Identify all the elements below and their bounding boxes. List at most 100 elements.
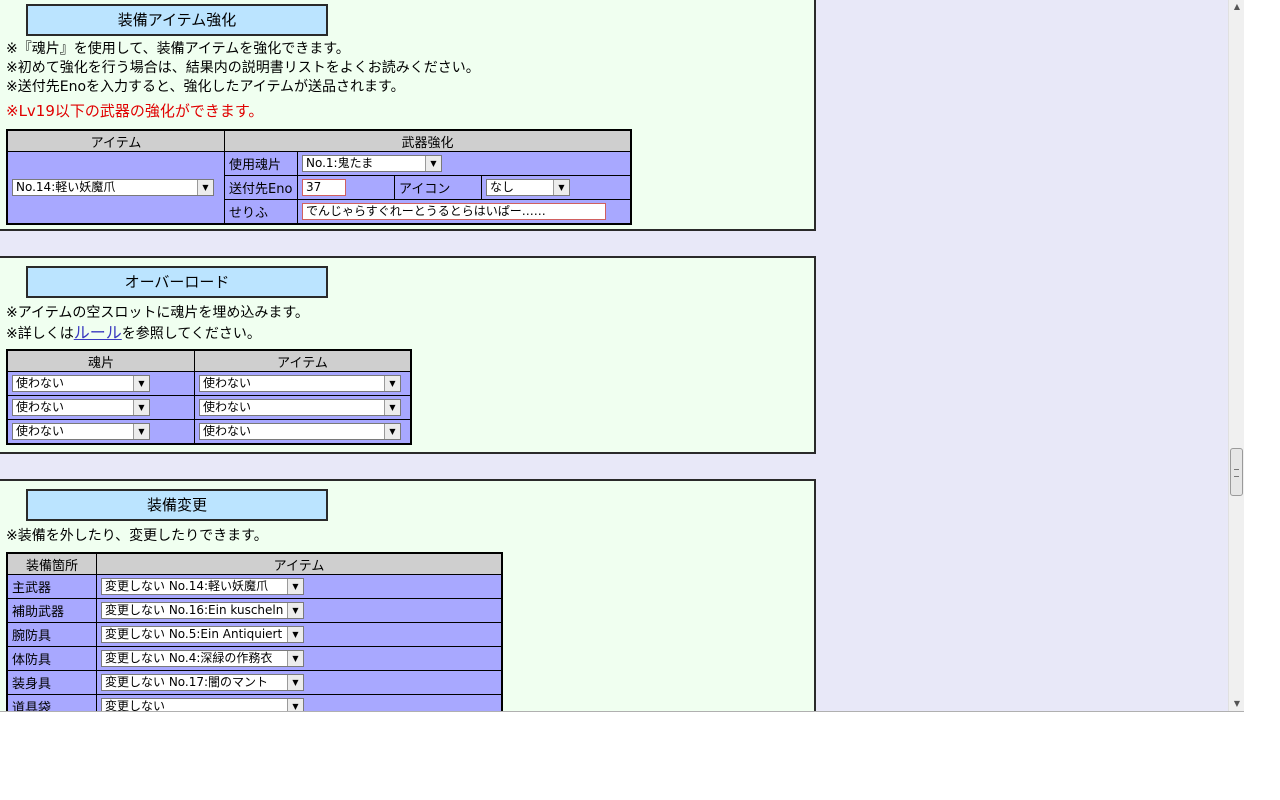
slot-label: 補助武器: [6, 598, 97, 623]
overload-table: 魂片 アイテム 使わない ▼ 使わない ▼ 使わない ▼ 使わない ▼ 使わない…: [6, 349, 412, 445]
table-row: 体防具 変更しない No.4:深緑の作務衣 ▼: [6, 646, 503, 671]
slot-label: 腕防具: [6, 622, 97, 647]
table-row: 腕防具 変更しない No.5:Ein Antiquiert ▼: [6, 622, 503, 647]
soul-cell: 使わない ▼: [6, 419, 195, 445]
equip-table: 装備箇所 アイテム 主武器 変更しない No.14:軽い妖魔爪 ▼ 補助武器 変…: [6, 552, 503, 711]
item-cell: 変更しない No.4:深緑の作務衣 ▼: [96, 646, 503, 671]
enhance-section: 装備アイテム強化 ※『魂片』を使用して、装備アイテムを強化できます。 ※初めて強…: [0, 0, 816, 231]
item-cell: 変更しない No.17:闇のマント ▼: [96, 670, 503, 695]
item-cell: 変更しない No.16:Ein kuscheln ▼: [96, 598, 503, 623]
overload-note-1: ※アイテムの空スロットに魂片を埋め込みます。: [6, 305, 309, 321]
slot-label: 道具袋: [6, 694, 97, 711]
icon-select[interactable]: なし ▼: [486, 179, 570, 196]
item-cell: 変更しない No.5:Ein Antiquiert ▼: [96, 622, 503, 647]
chevron-down-icon[interactable]: ▼: [425, 156, 441, 171]
enhance-section-title: 装備アイテム強化: [26, 4, 328, 36]
chevron-down-icon[interactable]: ▼: [287, 651, 303, 666]
overload-note-2-pre: ※詳しくは: [6, 326, 74, 342]
item-select[interactable]: 使わない ▼: [199, 399, 401, 416]
enhance-warning: ※Lv19以下の武器の強化ができます。: [6, 102, 264, 120]
equip-select[interactable]: 変更しない No.14:軽い妖魔爪 ▼: [101, 578, 304, 595]
header-item: アイテム: [6, 129, 225, 152]
equip-select[interactable]: 変更しない No.5:Ein Antiquiert ▼: [101, 626, 304, 643]
item-select[interactable]: 使わない ▼: [199, 375, 401, 392]
soul-select-value: 使わない: [16, 400, 65, 414]
grip-icon: [1234, 469, 1239, 477]
chevron-down-icon[interactable]: ▼: [287, 675, 303, 690]
chevron-down-icon[interactable]: ▼: [287, 699, 303, 711]
table-row: 使わない ▼ 使わない ▼: [6, 395, 412, 420]
equip-select[interactable]: 変更しない No.17:闇のマント ▼: [101, 674, 304, 691]
equip-select[interactable]: 変更しない ▼: [101, 698, 304, 711]
slot-label: 主武器: [6, 574, 97, 599]
item-select-value: 使わない: [203, 424, 252, 438]
icon-select-value: なし: [490, 180, 515, 194]
equip-select[interactable]: 変更しない No.4:深緑の作務衣 ▼: [101, 650, 304, 667]
eno-input[interactable]: 37: [302, 179, 346, 196]
soul-select[interactable]: 使わない ▼: [12, 375, 150, 392]
overload-note-2: ※詳しくはルールを参照してください。: [6, 323, 261, 344]
header-item: アイテム: [96, 552, 503, 575]
icon-cell: なし ▼: [481, 175, 632, 200]
chevron-down-icon[interactable]: ▼: [384, 424, 400, 439]
equip-select-value: 変更しない: [105, 699, 166, 711]
line-label: せりふ: [224, 199, 298, 225]
overload-section-title: オーバーロード: [26, 266, 328, 298]
equip-select-value: 変更しない No.5:Ein Antiquiert: [105, 627, 283, 641]
item-cell: 使わない ▼: [194, 395, 412, 420]
chevron-down-icon[interactable]: ▼: [287, 603, 303, 618]
item-select-value: No.14:軽い妖魔爪: [16, 180, 116, 194]
item-cell: 使わない ▼: [194, 419, 412, 445]
chevron-down-icon[interactable]: ▼: [197, 180, 213, 195]
equip-select[interactable]: 変更しない No.16:Ein kuscheln ▼: [101, 602, 304, 619]
overload-section: オーバーロード ※アイテムの空スロットに魂片を埋め込みます。 ※詳しくはルールを…: [0, 256, 816, 454]
chevron-down-icon[interactable]: ▼: [133, 424, 149, 439]
overload-note-2-post: を参照してください。: [121, 326, 261, 342]
chevron-down-icon[interactable]: ▼: [384, 376, 400, 391]
equip-select-value: 変更しない No.4:深緑の作務衣: [105, 651, 273, 665]
eno-label: 送付先Eno: [224, 175, 298, 200]
soul-select[interactable]: 使わない ▼: [12, 399, 150, 416]
equip-section-title: 装備変更: [26, 489, 328, 521]
chevron-down-icon[interactable]: ▼: [133, 376, 149, 391]
item-select[interactable]: 使わない ▼: [199, 423, 401, 440]
soul-select[interactable]: 使わない ▼: [12, 423, 150, 440]
soul-select[interactable]: No.1:鬼たま ▼: [302, 155, 442, 172]
item-select[interactable]: No.14:軽い妖魔爪 ▼: [12, 179, 214, 196]
item-cell: No.14:軽い妖魔爪 ▼: [6, 151, 225, 225]
soul-select-value: 使わない: [16, 424, 65, 438]
header-slot: 装備箇所: [6, 552, 97, 575]
table-row: 装身具 変更しない No.17:闇のマント ▼: [6, 670, 503, 695]
page-viewport: 装備アイテム強化 ※『魂片』を使用して、装備アイテムを強化できます。 ※初めて強…: [0, 0, 1228, 711]
chevron-down-icon[interactable]: ▼: [133, 400, 149, 415]
header-weapon-enhance: 武器強化: [224, 129, 632, 152]
equip-note: ※装備を外したり、変更したりできます。: [6, 528, 268, 544]
slot-label: 装身具: [6, 670, 97, 695]
soul-cell: 使わない ▼: [6, 395, 195, 420]
equip-section: 装備変更 ※装備を外したり、変更したりできます。 装備箇所 アイテム 主武器 変…: [0, 479, 816, 711]
chevron-down-icon[interactable]: ▼: [287, 579, 303, 594]
header-soul: 魂片: [6, 349, 195, 372]
equip-select-value: 変更しない No.14:軽い妖魔爪: [105, 579, 269, 593]
soul-select-value: 使わない: [16, 376, 65, 390]
chevron-down-icon[interactable]: ▼: [384, 400, 400, 415]
scrollbar-thumb[interactable]: [1230, 448, 1243, 496]
rules-link[interactable]: ルール: [74, 323, 122, 342]
chevron-down-icon[interactable]: ▼: [287, 627, 303, 642]
soul-select-value: No.1:鬼たま: [306, 156, 374, 170]
arrow-down-icon[interactable]: ▼: [1229, 697, 1245, 711]
table-row: 補助武器 変更しない No.16:Ein kuscheln ▼: [6, 598, 503, 623]
line-cell: でんじゃらすぐれーとうるとらはいぱー……: [297, 199, 632, 225]
soul-label: 使用魂片: [224, 151, 298, 176]
table-row: 使わない ▼ 使わない ▼: [6, 371, 412, 396]
enhance-table: アイテム 武器強化 No.14:軽い妖魔爪 ▼ 使用魂片 No.1:鬼たま ▼: [6, 129, 632, 225]
arrow-up-icon[interactable]: ▲: [1229, 0, 1245, 14]
item-select-value: 使わない: [203, 400, 252, 414]
chevron-down-icon[interactable]: ▼: [553, 180, 569, 195]
soul-cell: No.1:鬼たま ▼: [297, 151, 632, 176]
table-row: 使わない ▼ 使わない ▼: [6, 419, 412, 445]
window-divider: [0, 711, 1244, 712]
icon-label: アイコン: [394, 175, 482, 200]
line-input[interactable]: でんじゃらすぐれーとうるとらはいぱー……: [302, 203, 606, 220]
vertical-scrollbar[interactable]: ▲ ▼: [1228, 0, 1244, 711]
